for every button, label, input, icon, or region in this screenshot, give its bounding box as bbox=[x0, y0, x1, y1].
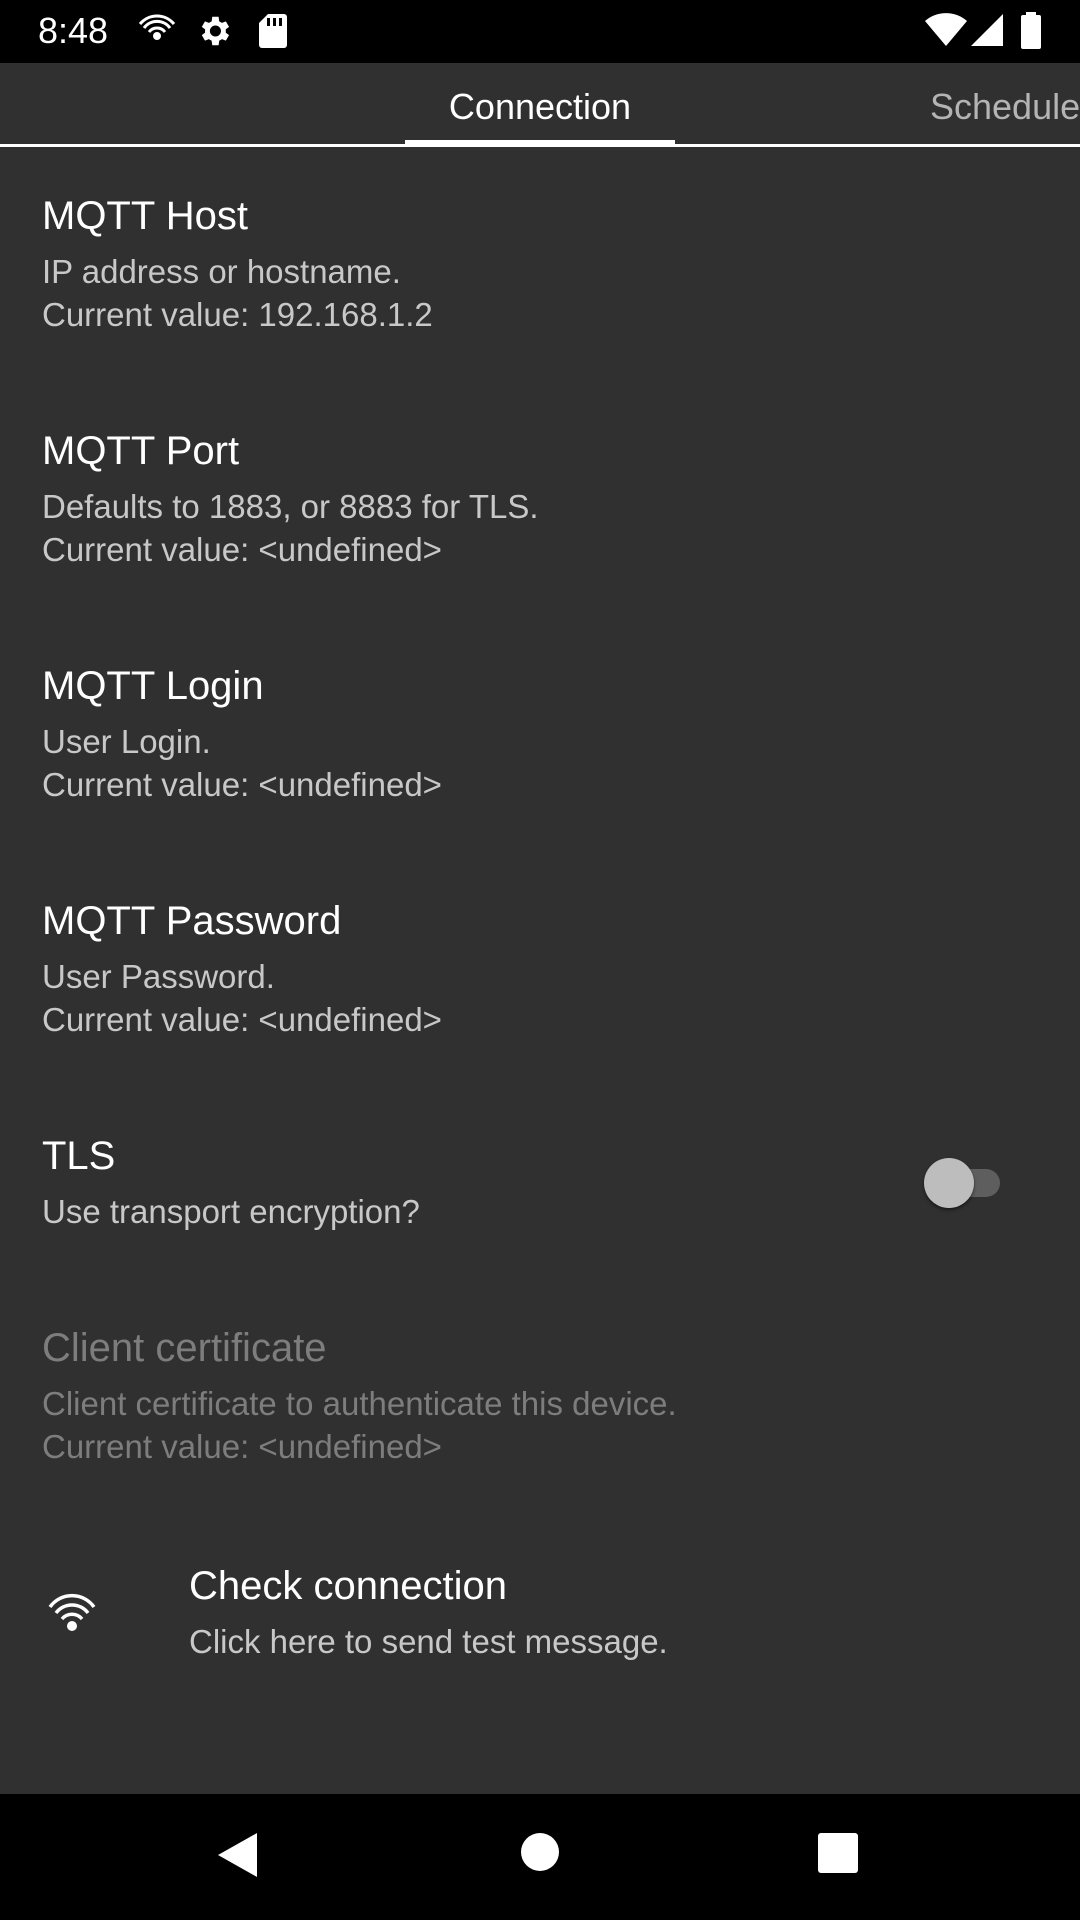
pref-title: MQTT Host bbox=[42, 194, 248, 238]
pref-title: MQTT Password bbox=[42, 899, 342, 943]
pref-mqtt-host[interactable]: MQTT Host IP address or hostname. Curren… bbox=[0, 170, 1080, 400]
pref-title: TLS bbox=[42, 1134, 116, 1178]
tab-indicator bbox=[405, 140, 675, 144]
pref-check-connection[interactable]: Check connection Click here to send test… bbox=[0, 1540, 1080, 1730]
pref-value: Current value: <undefined> bbox=[42, 1001, 442, 1038]
status-bar: 8:48 bbox=[0, 0, 1080, 63]
pref-title: MQTT Login bbox=[42, 664, 264, 708]
back-icon[interactable] bbox=[215, 1831, 259, 1879]
pref-value: Current value: <undefined> bbox=[42, 1428, 442, 1465]
pref-summary: Use transport encryption? bbox=[42, 1193, 420, 1230]
pref-title: MQTT Port bbox=[42, 429, 240, 473]
wireless-broadcast-icon bbox=[48, 1593, 96, 1631]
tab-schedule[interactable]: Schedule bbox=[930, 63, 1080, 144]
tab-connection[interactable]: Connection bbox=[405, 63, 675, 144]
pref-client-certificate: Client certificate Client certificate to… bbox=[0, 1302, 1080, 1537]
tab-bar: Connection Schedule bbox=[0, 63, 1080, 147]
gear-icon bbox=[201, 16, 230, 46]
status-time: 8:48 bbox=[38, 10, 109, 51]
home-icon[interactable] bbox=[519, 1831, 561, 1873]
pref-value: Current value: 192.168.1.2 bbox=[42, 296, 433, 333]
pref-mqtt-login[interactable]: MQTT Login User Login. Current value: <u… bbox=[0, 640, 1080, 870]
recents-icon[interactable] bbox=[817, 1832, 859, 1874]
wireless-broadcast-icon bbox=[138, 14, 176, 40]
pref-value: Current value: <undefined> bbox=[42, 531, 442, 568]
pref-mqtt-password[interactable]: MQTT Password User Password. Current val… bbox=[0, 875, 1080, 1105]
navigation-bar bbox=[0, 1794, 1080, 1920]
pref-summary: IP address or hostname. bbox=[42, 253, 401, 290]
pref-title: Client certificate bbox=[42, 1326, 327, 1370]
pref-summary: Client certificate to authenticate this … bbox=[42, 1385, 677, 1422]
pref-value: Current value: <undefined> bbox=[42, 766, 442, 803]
cell-signal-icon bbox=[971, 14, 1003, 46]
pref-title: Check connection bbox=[189, 1564, 507, 1608]
pref-tls[interactable]: TLS Use transport encryption? bbox=[0, 1110, 1080, 1295]
pref-summary: Defaults to 1883, or 8883 for TLS. bbox=[42, 488, 539, 525]
pref-summary: Click here to send test message. bbox=[189, 1623, 668, 1660]
switch-thumb bbox=[924, 1158, 974, 1208]
pref-summary: User Password. bbox=[42, 958, 275, 995]
pref-summary: User Login. bbox=[42, 723, 211, 760]
battery-icon bbox=[1021, 12, 1041, 49]
tls-switch[interactable] bbox=[924, 1158, 1008, 1208]
sd-card-icon bbox=[259, 14, 287, 48]
pref-mqtt-port[interactable]: MQTT Port Defaults to 1883, or 8883 for … bbox=[0, 405, 1080, 635]
wifi-icon bbox=[925, 13, 967, 46]
